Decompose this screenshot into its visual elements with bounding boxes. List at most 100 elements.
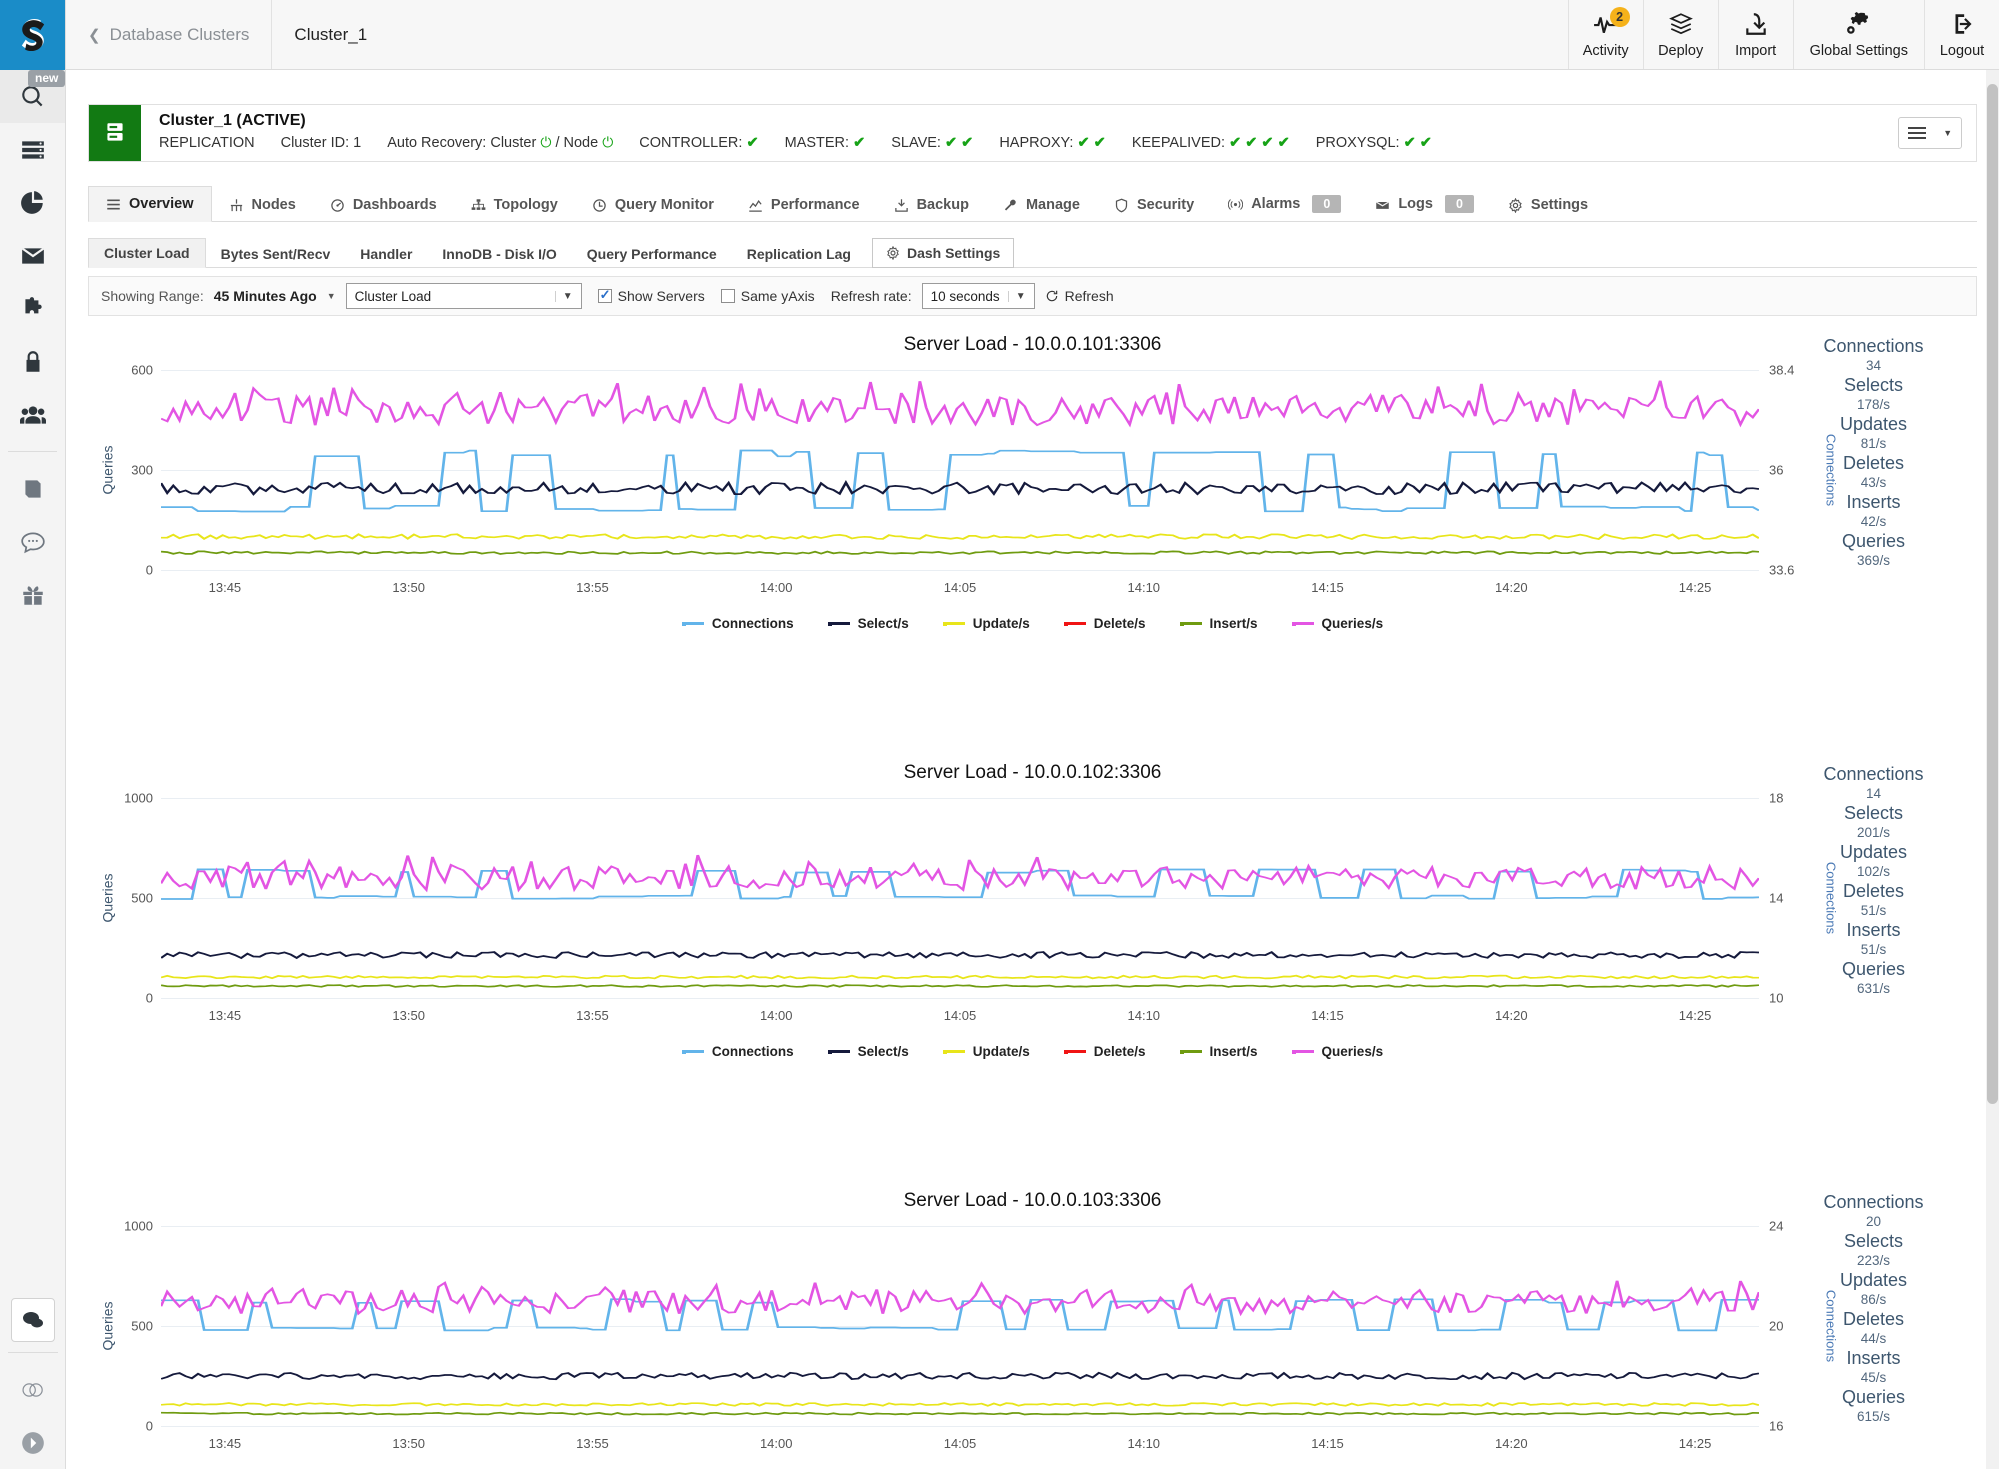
subtab-handler[interactable]: Handler [345,240,427,268]
legend-item-delete-s[interactable]: Delete/s [1063,616,1146,631]
deploy-button[interactable]: Deploy [1642,0,1718,69]
tab-dashboards[interactable]: Dashboards [313,188,454,222]
stat-label-connections: Connections [1823,1192,1924,1212]
rail-item-docs[interactable] [0,462,65,515]
legend-item-insert-s[interactable]: Insert/s [1179,616,1258,631]
subtab-label: Query Performance [586,246,717,262]
rail-item-theme-toggle[interactable] [0,1363,66,1416]
severalnines-logo-icon [21,18,44,52]
chart-lines [161,1280,1759,1416]
breadcrumb-back[interactable]: ❮ Database Clusters [66,0,273,69]
legend-item-delete-s[interactable]: Delete/s [1063,1044,1146,1059]
tab-label: Logs [1398,196,1433,212]
tab-manage[interactable]: Manage [986,188,1097,222]
range-label: Showing Range: [101,288,204,304]
x-axis-tick: 13:45 [208,580,242,595]
power-icon-cluster[interactable]: ⏻ [540,134,551,150]
check-icon: ✔ ✔ [944,134,974,151]
legend-label: Delete/s [1093,616,1146,631]
legend-item-select-s[interactable]: Select/s [827,616,909,631]
chat-button[interactable] [11,1298,55,1342]
tab-topology[interactable]: Topology [454,188,575,222]
legend-item-update-s[interactable]: Update/s [942,616,1030,631]
dashboard-select[interactable]: Cluster Load ▼ [345,283,582,309]
tab-overview[interactable]: Overview [88,186,212,222]
legend-item-queries-s[interactable]: Queries/s [1291,1044,1383,1059]
legend-item-connections[interactable]: Connections [681,1044,794,1059]
legend-item-connections[interactable]: Connections [681,616,794,631]
vertical-scrollbar-thumb[interactable] [1987,84,1998,1104]
subtab-replication-lag[interactable]: Replication Lag [732,240,866,268]
x-axis-tick: 14:20 [1495,580,1528,595]
rail-item-keys[interactable] [0,335,65,388]
gear-icon [887,246,899,260]
refresh-label: Refresh [1064,288,1114,304]
chart-plot-area[interactable]: Queries Connections 0 500 1000 16 20 24 13:45 13:… [100,1219,1839,1452]
tab-nodes[interactable]: Nodes [212,188,313,222]
stat-label-queries: Queries [1841,959,1906,979]
legend-label: Insert/s [1209,616,1258,631]
activity-button[interactable]: 2 Activity [1567,0,1643,69]
rail-item-reports[interactable] [0,176,65,229]
refresh-button[interactable]: Refresh [1045,288,1114,304]
check-icon: ✔ ✔ [1403,134,1432,151]
chat-icon [23,1312,43,1328]
legend-item-update-s[interactable]: Update/s [942,1044,1030,1059]
rail-item-integrations[interactable] [0,282,65,335]
status-keepalived: KEEPALIVED: ✔ ✔ ✔ ✔ [1132,135,1290,151]
rail-item-email[interactable] [0,229,65,282]
stat-label-updates: Updates [1839,414,1908,434]
rail-item-gift[interactable] [0,568,65,621]
rail-item-feedback[interactable] [0,515,65,568]
tab-backup[interactable]: Backup [877,188,986,222]
same-yaxis-checkbox[interactable]: Same yAxis [720,288,815,304]
tab-query-monitor[interactable]: Query Monitor [575,188,731,222]
chart-plot-area[interactable]: Queries Connections 0 500 1000 10 14 18 13:45 13:… [100,791,1839,1024]
y-axis-title: Queries [99,445,116,495]
range-value[interactable]: 45 Minutes Ago [214,288,317,304]
subtab-query-performance[interactable]: Query Performance [572,240,732,268]
breadcrumb-current: Cluster_1 [272,0,389,69]
pie-chart-icon [20,190,43,214]
logout-button[interactable]: Logout [1924,0,1999,69]
tab-security[interactable]: Security [1097,188,1211,222]
search-icon [21,85,42,106]
gridline [161,1426,1759,1427]
subtab-innodb-disk-i-o[interactable]: InnoDB - Disk I/O [427,240,571,268]
status-keepalived-label: KEEPALIVED: [1131,134,1226,151]
stat-value-selects: 201/s [1856,825,1891,840]
stat-value-updates: 81/s [1860,436,1887,451]
rail-item-search[interactable]: new [0,70,66,123]
y-axis-tick: 1000 [124,1218,153,1234]
app-logo[interactable] [0,0,65,70]
global-settings-button[interactable]: Global Settings [1792,0,1924,69]
refresh-rate-select[interactable]: 10 seconds ▼ [921,283,1035,309]
rail-item-users[interactable] [0,388,65,441]
import-button[interactable]: Import [1717,0,1793,69]
rail-item-expand[interactable] [0,1416,66,1469]
chart-plot-area[interactable]: Queries Connections 0 300 600 33.6 36 38.4 13:45… [100,363,1839,596]
tab-performance[interactable]: Performance [731,188,877,222]
legend-item-select-s[interactable]: Select/s [827,1044,909,1059]
tab-alarms[interactable]: Alarms 0 [1211,186,1358,222]
show-servers-checkbox[interactable]: Show Servers [597,287,705,304]
subtab-bytes-sent-recv[interactable]: Bytes Sent/Recv [206,240,346,268]
subtab-dash-settings[interactable]: Dash Settings [871,238,1015,268]
rail-item-servers[interactable] [0,123,65,176]
legend-item-insert-s[interactable]: Insert/s [1179,1044,1258,1059]
legend-label: Connections [711,616,794,631]
x-axis-tick: 13:45 [208,1008,242,1023]
cluster-actions-menu[interactable]: ▼ [1898,117,1962,149]
tab-settings[interactable]: Settings [1491,188,1605,222]
import-arrow-icon [1745,12,1766,35]
legend-item-queries-s[interactable]: Queries/s [1291,616,1383,631]
legend-label: Update/s [972,616,1030,631]
tab-logs[interactable]: Logs 0 [1358,186,1491,222]
legend-swatch [827,621,850,626]
power-icon-node[interactable]: ⏻ [602,134,613,150]
y-axis-title: Queries [99,873,116,923]
subtab-cluster-load[interactable]: Cluster Load [88,238,206,268]
range-caret-icon[interactable]: ▼ [327,291,336,301]
status-controller: CONTROLLER: ✔ [639,135,758,151]
global-settings-label: Global Settings [1809,42,1908,59]
